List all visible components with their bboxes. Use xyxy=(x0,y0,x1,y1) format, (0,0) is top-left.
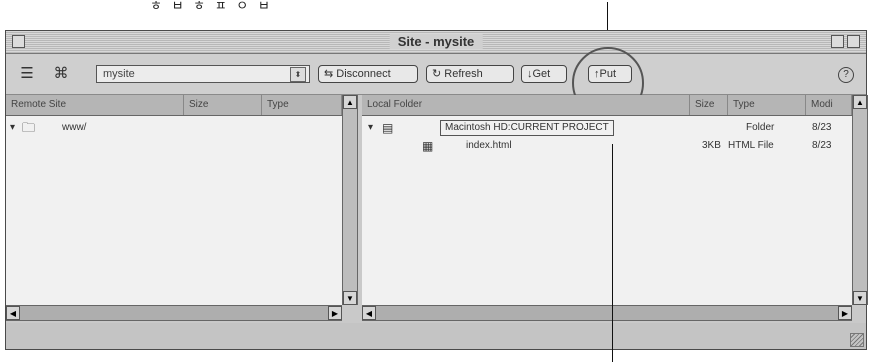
scroll-down-icon[interactable]: ▼ xyxy=(343,291,357,305)
local-row-name: Macintosh HD:CURRENT PROJECT xyxy=(440,120,614,136)
local-col-name[interactable]: Local Folder xyxy=(362,95,690,115)
connect-icon: ⇆ xyxy=(324,68,337,80)
close-box[interactable] xyxy=(12,35,25,48)
remote-pane: Remote Site Size Type ▾ 🗀 www/ xyxy=(6,95,342,305)
local-row-modified: 8/23 xyxy=(812,122,832,133)
refresh-label: Refresh xyxy=(444,68,483,80)
local-row-modified: 8/23 xyxy=(812,140,832,151)
collapse-box[interactable] xyxy=(847,35,860,48)
resize-grip-icon[interactable] xyxy=(850,333,864,347)
local-vscroll[interactable]: ▲ ▼ xyxy=(852,95,868,305)
local-row-type: Folder xyxy=(746,122,775,133)
hard-disk-icon: ▤ xyxy=(382,121,394,135)
local-row-type: HTML File xyxy=(728,140,774,151)
remote-header: Remote Site Size Type xyxy=(6,95,342,116)
local-col-type[interactable]: Type xyxy=(728,95,806,115)
remote-vscroll[interactable]: ▲ ▼ xyxy=(342,95,358,305)
scroll-right-icon[interactable]: ▶ xyxy=(328,306,342,320)
remote-row-name: www/ xyxy=(62,122,87,133)
help-icon[interactable]: ? xyxy=(838,67,854,83)
local-col-modified[interactable]: Modi xyxy=(806,95,852,115)
disconnect-label: Disconnect xyxy=(336,68,391,80)
html-file-icon: ▦ xyxy=(422,139,434,153)
get-label: Get xyxy=(532,68,551,80)
site-select-value: mysite xyxy=(103,68,135,80)
scroll-right-icon[interactable]: ▶ xyxy=(838,306,852,320)
local-row-name: index.html xyxy=(466,140,512,151)
callout-line-bottom xyxy=(612,144,613,362)
toolbar: ☰ ⌘ mysite ⬍ ⇆ Disconnect ↻ Refresh ↓Get… xyxy=(6,47,866,119)
local-hscroll[interactable]: ◀ ▶ xyxy=(362,305,852,321)
remote-col-type[interactable]: Type xyxy=(262,95,342,115)
local-header: Local Folder Size Type Modi xyxy=(362,95,852,116)
refresh-button[interactable]: ↻ Refresh xyxy=(426,65,514,83)
scroll-left-icon[interactable]: ◀ xyxy=(6,306,20,320)
title-bar[interactable]: Site - mysite xyxy=(6,31,866,54)
disclosure-triangle-icon[interactable]: ▾ xyxy=(10,119,15,137)
local-pane: Local Folder Size Type Modi ▾ ▤ Macintos… xyxy=(362,95,852,305)
local-row[interactable]: ▾ ▤ Macintosh HD:CURRENT PROJECT Folder … xyxy=(362,119,852,137)
remote-row[interactable]: ▾ 🗀 www/ xyxy=(6,119,342,137)
zoom-box[interactable] xyxy=(831,35,844,48)
scroll-up-icon[interactable]: ▲ xyxy=(853,95,867,109)
remote-col-size[interactable]: Size xyxy=(184,95,262,115)
remote-col-name[interactable]: Remote Site xyxy=(6,95,184,115)
site-map-icon[interactable]: ⌘ xyxy=(50,64,72,84)
disclosure-triangle-icon[interactable]: ▾ xyxy=(368,119,373,137)
scroll-up-icon[interactable]: ▲ xyxy=(343,95,357,109)
site-files-icon[interactable]: ☰ xyxy=(16,64,38,84)
local-col-size[interactable]: Size xyxy=(690,95,728,115)
site-window: Site - mysite ☰ ⌘ mysite ⬍ ⇆ Disconnect … xyxy=(5,30,868,350)
local-row[interactable]: ▦ index.html 3KB HTML File 8/23 xyxy=(362,137,852,155)
site-select[interactable]: mysite ⬍ xyxy=(96,65,310,83)
select-arrows-icon: ⬍ xyxy=(290,67,306,82)
scroll-down-icon[interactable]: ▼ xyxy=(853,291,867,305)
disconnect-button[interactable]: ⇆ Disconnect xyxy=(318,65,418,83)
folder-icon: 🗀 xyxy=(22,120,36,135)
window-title: Site - mysite xyxy=(389,34,483,49)
caption-text: ㅎ ㅂ ㅎ ㅍ ㅇ ㅂ xyxy=(150,0,273,13)
refresh-icon: ↻ xyxy=(432,68,445,80)
status-bar xyxy=(6,323,866,349)
scroll-left-icon[interactable]: ◀ xyxy=(362,306,376,320)
remote-hscroll[interactable]: ◀ ▶ xyxy=(6,305,342,321)
get-button[interactable]: ↓Get xyxy=(521,65,567,83)
local-row-size: 3KB xyxy=(702,140,721,151)
